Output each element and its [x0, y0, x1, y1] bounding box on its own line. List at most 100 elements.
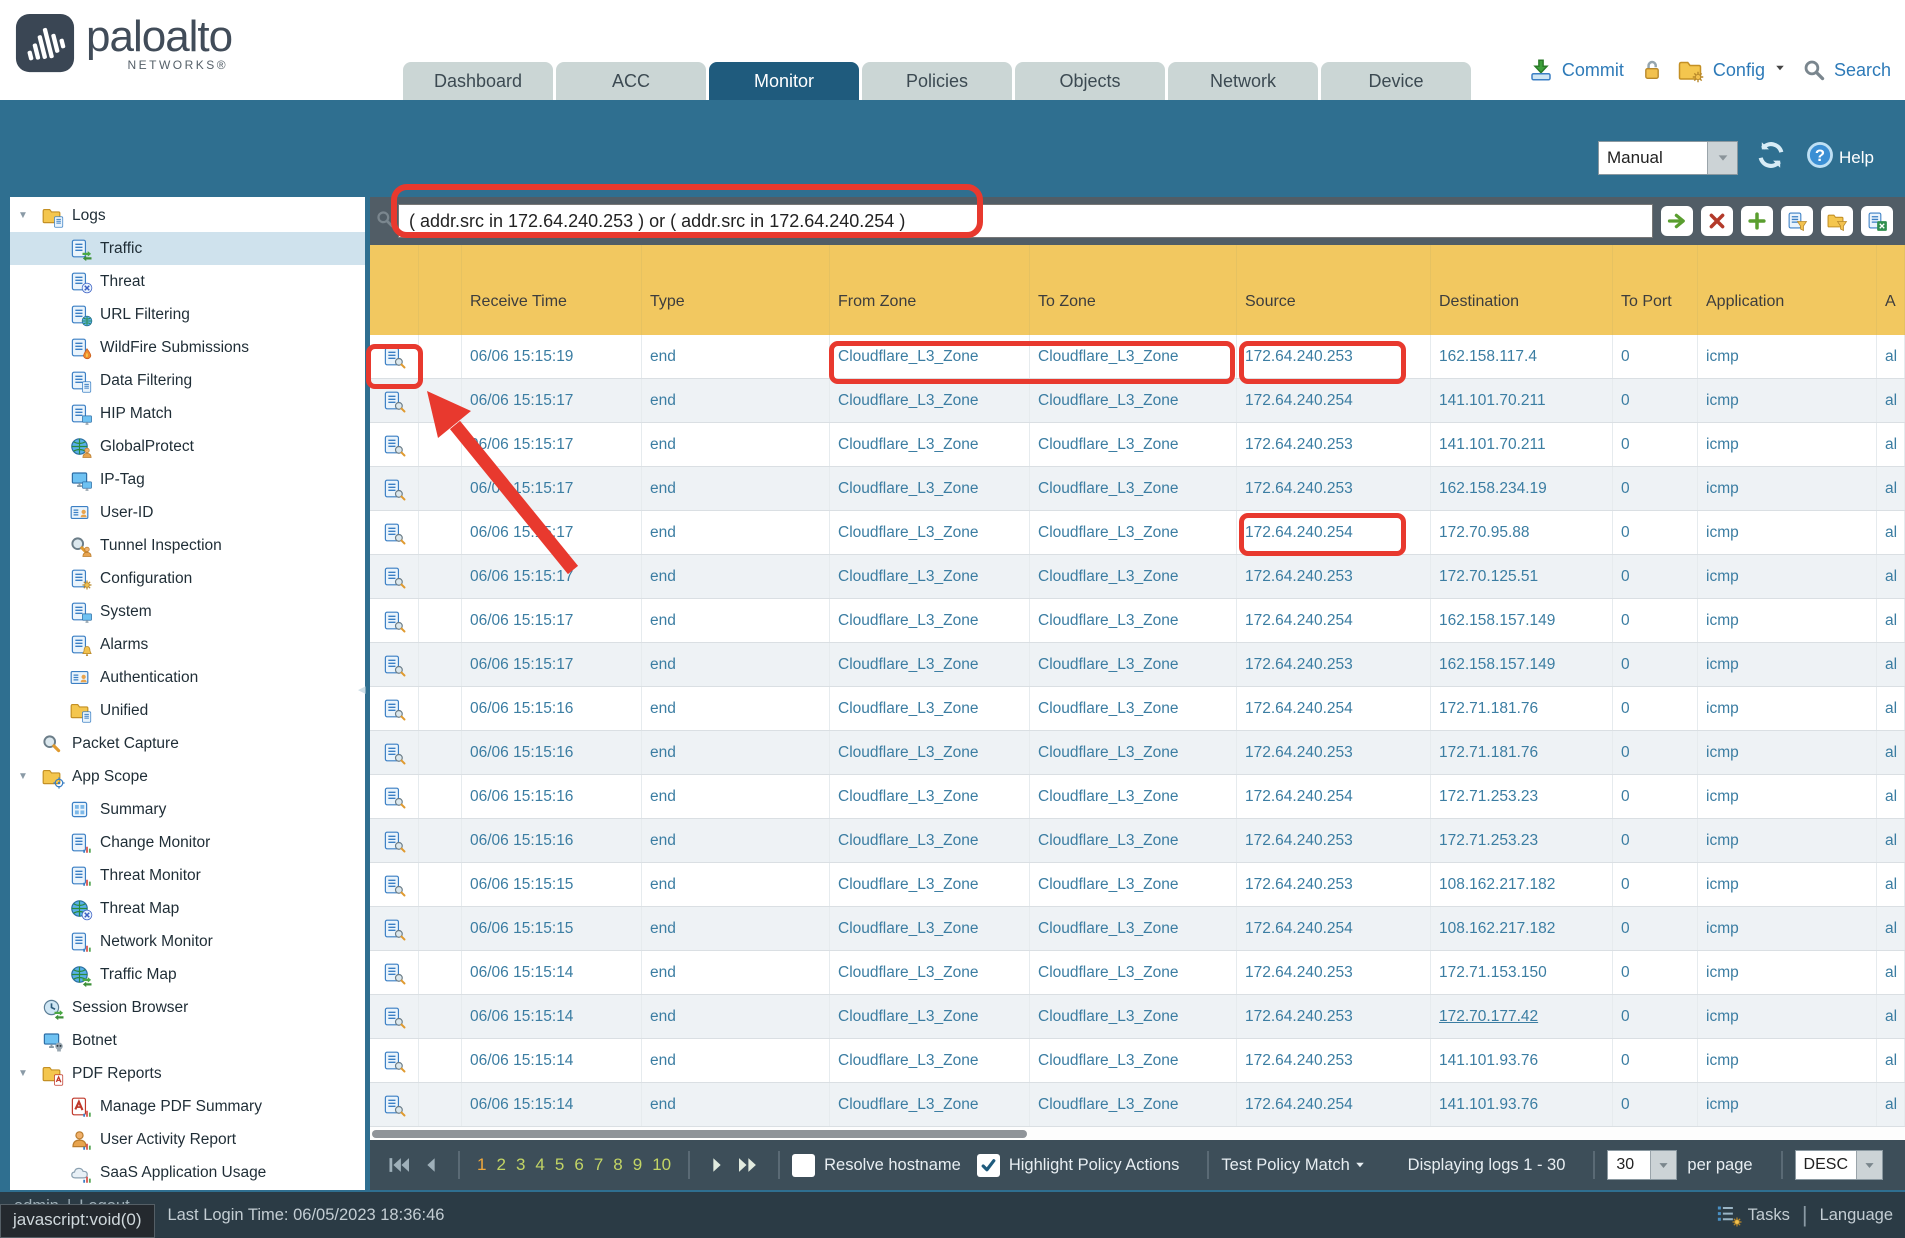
column-header-source[interactable]: Source [1237, 245, 1431, 335]
column-header-a[interactable]: A [1877, 245, 1905, 335]
config-caret-icon[interactable] [1774, 61, 1786, 79]
horizontal-scrollbar[interactable] [370, 1127, 1905, 1140]
refresh-interval-caret-icon[interactable] [1707, 142, 1737, 174]
log-detail-icon[interactable] [383, 1051, 405, 1071]
page-5[interactable]: 5 [555, 1155, 564, 1174]
sidebar-item-summary[interactable]: Summary [10, 793, 365, 826]
log-detail-icon[interactable] [383, 1095, 405, 1115]
page-10[interactable]: 10 [652, 1155, 671, 1174]
log-detail-icon[interactable] [383, 655, 405, 675]
sidebar-item-data-filtering[interactable]: Data Filtering [10, 364, 365, 397]
column-header-blank-1[interactable] [419, 245, 462, 335]
tab-network[interactable]: Network [1168, 62, 1318, 100]
sidebar-item-wildfire-submissions[interactable]: WildFire Submissions [10, 331, 365, 364]
column-header-destination[interactable]: Destination [1431, 245, 1613, 335]
table-row[interactable]: 06/06 15:15:17endCloudflare_L3_ZoneCloud… [370, 511, 1905, 555]
prev-page-button[interactable] [420, 1155, 442, 1175]
expander-icon[interactable]: ▼ [18, 210, 42, 221]
page-2[interactable]: 2 [496, 1155, 505, 1174]
log-detail-icon[interactable] [383, 919, 405, 939]
log-detail-icon[interactable] [383, 831, 405, 851]
sidebar-item-session-browser[interactable]: Session Browser [10, 991, 365, 1024]
tab-dashboard[interactable]: Dashboard [403, 62, 553, 100]
log-detail-icon[interactable] [383, 479, 405, 499]
scrollbar-thumb[interactable] [372, 1130, 1027, 1138]
sidebar-item-saas-application-usage[interactable]: SaaS Application Usage [10, 1156, 365, 1189]
commit-icon[interactable] [1529, 58, 1553, 82]
commit-button[interactable]: Commit [1562, 60, 1624, 81]
sidebar-collapse-handle[interactable]: ◂ [358, 680, 366, 698]
page-3[interactable]: 3 [516, 1155, 525, 1174]
export-csv-button[interactable] [1861, 206, 1893, 236]
sidebar-item-threat[interactable]: Threat [10, 265, 365, 298]
table-row[interactable]: 06/06 15:15:14endCloudflare_L3_ZoneCloud… [370, 951, 1905, 995]
log-detail-icon[interactable] [383, 611, 405, 631]
next-page-button[interactable] [706, 1155, 728, 1175]
per-page-select[interactable]: 30 [1607, 1150, 1677, 1180]
filter-input[interactable] [398, 204, 1653, 238]
sidebar-item-botnet[interactable]: Botnet [10, 1024, 365, 1057]
language-button[interactable]: Language [1820, 1206, 1893, 1225]
log-detail-icon[interactable] [383, 1007, 405, 1027]
filter-builder-button[interactable] [1781, 206, 1813, 236]
refresh-interval-select[interactable]: Manual [1598, 141, 1738, 175]
sidebar-item-ip-tag[interactable]: IP-Tag [10, 463, 365, 496]
column-header-from-zone[interactable]: From Zone [830, 245, 1030, 335]
page-4[interactable]: 4 [535, 1155, 544, 1174]
column-header-type[interactable]: Type [642, 245, 830, 335]
table-row[interactable]: 06/06 15:15:15endCloudflare_L3_ZoneCloud… [370, 907, 1905, 951]
config-button[interactable]: Config [1713, 60, 1765, 81]
sidebar-item-threat-monitor[interactable]: Threat Monitor [10, 859, 365, 892]
column-header-application[interactable]: Application [1698, 245, 1877, 335]
table-row[interactable]: 06/06 15:15:17endCloudflare_L3_ZoneCloud… [370, 379, 1905, 423]
search-button[interactable]: Search [1834, 60, 1891, 81]
log-detail-icon[interactable] [383, 787, 405, 807]
tab-device[interactable]: Device [1321, 62, 1471, 100]
sidebar-item-globalprotect[interactable]: GlobalProtect [10, 430, 365, 463]
tasks-icon[interactable] [1716, 1204, 1742, 1226]
sidebar-item-threat-map[interactable]: Threat Map [10, 892, 365, 925]
help-label[interactable]: Help [1839, 148, 1874, 168]
sidebar-item-authentication[interactable]: Authentication [10, 661, 365, 694]
config-icon[interactable] [1678, 58, 1704, 82]
page-6[interactable]: 6 [574, 1155, 583, 1174]
page-9[interactable]: 9 [633, 1155, 642, 1174]
sidebar-item-traffic[interactable]: Traffic [10, 232, 365, 265]
table-row[interactable]: 06/06 15:15:14endCloudflare_L3_ZoneCloud… [370, 1039, 1905, 1083]
clear-filter-button[interactable] [1701, 206, 1733, 236]
sidebar-item-pdf-reports[interactable]: ▼PDF Reports [10, 1057, 365, 1090]
sidebar-item-system[interactable]: System [10, 595, 365, 628]
page-8[interactable]: 8 [613, 1155, 622, 1174]
last-page-button[interactable] [736, 1155, 762, 1175]
table-row[interactable]: 06/06 15:15:15endCloudflare_L3_ZoneCloud… [370, 863, 1905, 907]
sort-order-select[interactable]: DESC [1795, 1150, 1883, 1180]
log-detail-icon[interactable] [383, 347, 405, 367]
search-icon[interactable] [1803, 59, 1825, 81]
test-policy-caret-icon[interactable] [1354, 1159, 1366, 1171]
load-filter-button[interactable] [1821, 206, 1853, 236]
sidebar-item-tunnel-inspection[interactable]: Tunnel Inspection [10, 529, 365, 562]
log-detail-icon[interactable] [383, 391, 405, 411]
log-detail-icon[interactable] [383, 699, 405, 719]
resolve-hostname-checkbox[interactable] [792, 1154, 815, 1177]
table-row[interactable]: 06/06 15:15:16endCloudflare_L3_ZoneCloud… [370, 687, 1905, 731]
column-header-receive-time[interactable]: Receive Time [462, 245, 642, 335]
tasks-button[interactable]: Tasks [1748, 1206, 1790, 1225]
expander-icon[interactable]: ▼ [18, 771, 42, 782]
sidebar-item-packet-capture[interactable]: Packet Capture [10, 727, 365, 760]
sidebar-item-manage-pdf-summary[interactable]: Manage PDF Summary [10, 1090, 365, 1123]
sidebar-item-unified[interactable]: Unified [10, 694, 365, 727]
sidebar-item-configuration[interactable]: Configuration [10, 562, 365, 595]
first-page-button[interactable] [386, 1155, 412, 1175]
sidebar-item-user-activity-report[interactable]: User Activity Report [10, 1123, 365, 1156]
expander-icon[interactable]: ▼ [18, 1068, 42, 1079]
log-detail-icon[interactable] [383, 743, 405, 763]
sidebar-item-hip-match[interactable]: HIP Match [10, 397, 365, 430]
add-filter-button[interactable] [1741, 206, 1773, 236]
tab-acc[interactable]: ACC [556, 62, 706, 100]
table-row[interactable]: 06/06 15:15:16endCloudflare_L3_ZoneCloud… [370, 731, 1905, 775]
table-row[interactable]: 06/06 15:15:14endCloudflare_L3_ZoneCloud… [370, 995, 1905, 1039]
table-row[interactable]: 06/06 15:15:17endCloudflare_L3_ZoneCloud… [370, 555, 1905, 599]
table-row[interactable]: 06/06 15:15:16endCloudflare_L3_ZoneCloud… [370, 775, 1905, 819]
tab-policies[interactable]: Policies [862, 62, 1012, 100]
